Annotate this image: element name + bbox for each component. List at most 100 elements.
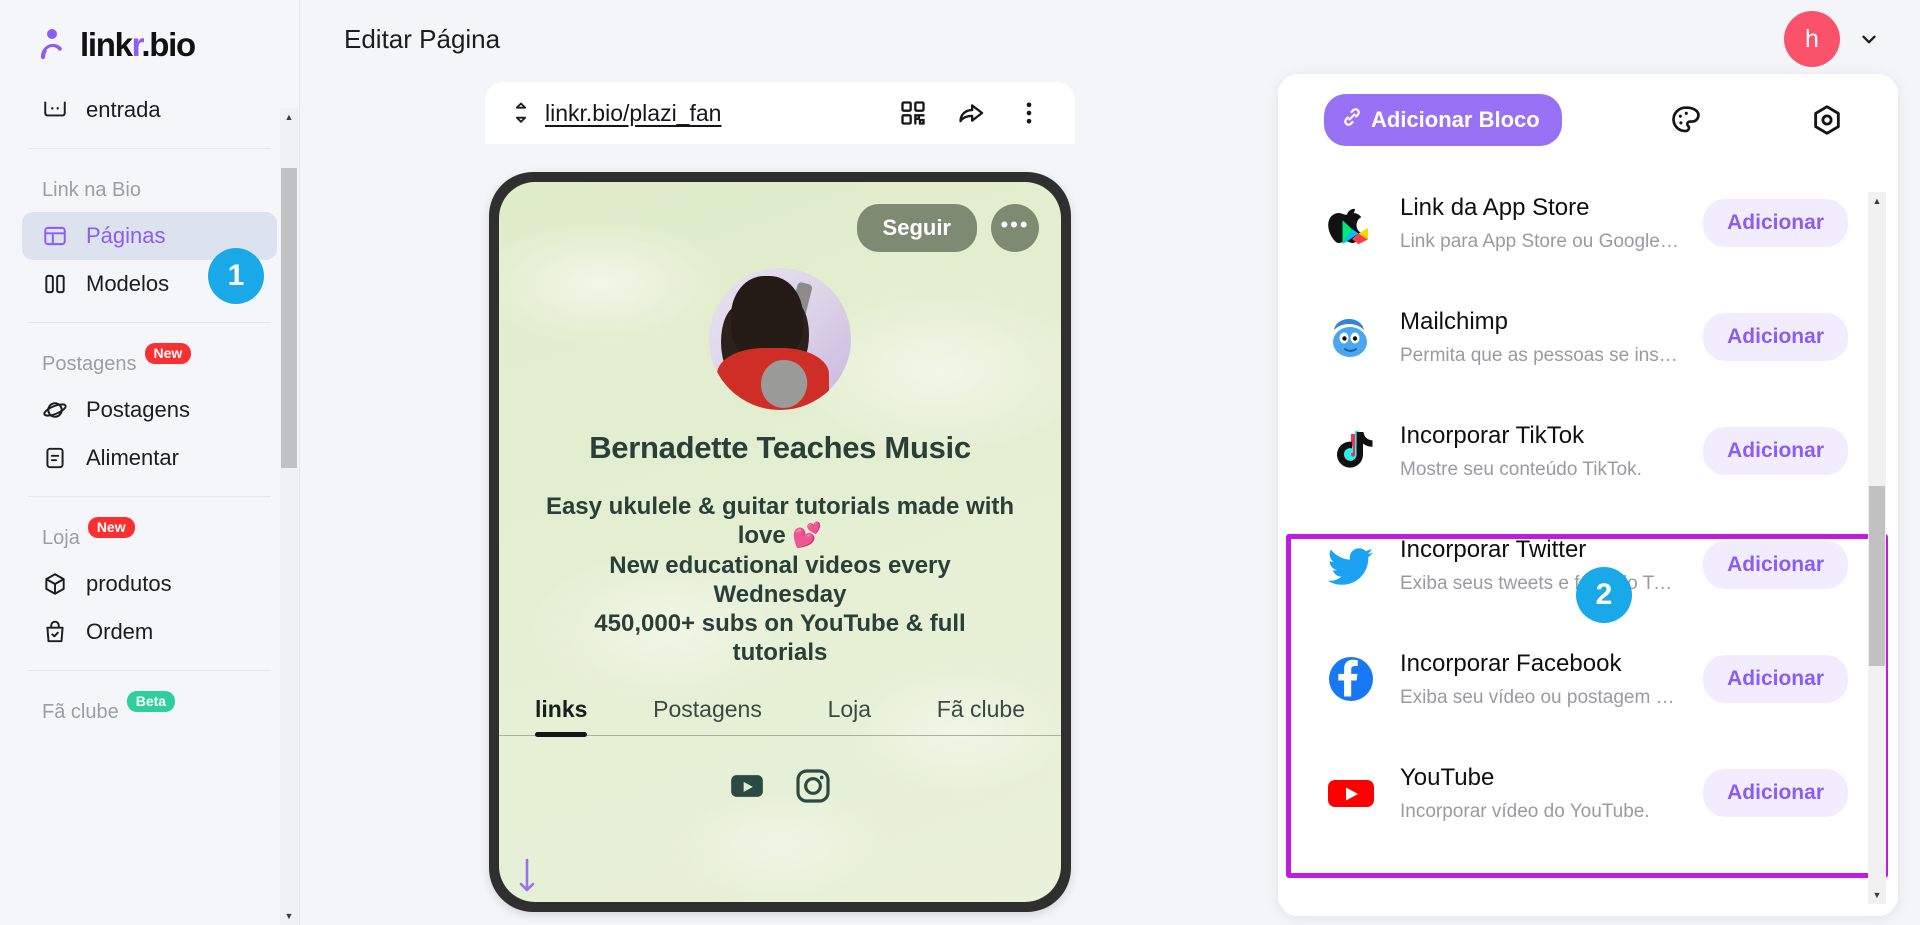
sidebar-item-ordem[interactable]: Ordem xyxy=(22,608,277,656)
link-chain-icon xyxy=(1340,105,1364,135)
sidebar-scroll-thumb[interactable] xyxy=(281,168,297,468)
sidebar-item-alimentar[interactable]: Alimentar xyxy=(22,434,277,482)
block-title: YouTube xyxy=(1400,763,1495,791)
bio-line: Easy ukulele & guitar tutorials made wit… xyxy=(545,493,1015,550)
add-block-label: Adicionar Bloco xyxy=(1371,107,1540,132)
add-button[interactable]: Adicionar xyxy=(1703,769,1848,817)
section-badge-beta: Beta xyxy=(126,691,176,712)
preview-column: linkr.bio/plazi_fan Seguir ••• Bernadett… xyxy=(300,78,1260,912)
layout-icon xyxy=(42,223,68,249)
block-item-text: Incorporar Twitter Exiba seus tweets e f… xyxy=(1400,536,1681,595)
block-item-youtube[interactable]: YouTube Incorporar vídeo do YouTube. Adi… xyxy=(1278,736,1898,850)
profile-name: Bernadette Teaches Music xyxy=(589,430,971,465)
blocks-panel-scrollbar[interactable]: ▲ ▼ xyxy=(1868,192,1886,904)
settings-hexagon-icon[interactable] xyxy=(1810,103,1844,137)
sidebar-item-label: Ordem xyxy=(86,619,154,644)
preview-tab-fa-clube[interactable]: Fã clube xyxy=(937,696,1025,735)
url-bar: linkr.bio/plazi_fan xyxy=(485,82,1075,144)
add-button[interactable]: Adicionar xyxy=(1703,313,1848,361)
facebook-icon xyxy=(1324,652,1378,706)
block-title: Incorporar Facebook xyxy=(1400,649,1622,677)
add-button[interactable]: Adicionar xyxy=(1703,655,1848,703)
sidebar-item-label: Alimentar xyxy=(86,445,179,470)
topbar-actions: h xyxy=(1784,11,1880,67)
share-icon[interactable] xyxy=(957,99,985,127)
block-item-facebook[interactable]: Incorporar Facebook Exiba seu vídeo ou p… xyxy=(1278,622,1898,736)
sidebar-item-label: Postagens xyxy=(86,397,190,422)
preview-tab-postagens[interactable]: Postagens xyxy=(653,696,762,735)
sidebar-item-label: entrada xyxy=(86,97,161,122)
blocks-panel: Adicionar Bloco Link da App Store Link p… xyxy=(1278,74,1898,916)
add-button[interactable]: Adicionar xyxy=(1703,199,1848,247)
sidebar-scrollbar[interactable]: ▲ ▼ xyxy=(280,108,298,925)
scroll-down-arrow-icon[interactable]: ▼ xyxy=(1868,886,1886,904)
instagram-icon[interactable] xyxy=(793,766,833,811)
chevron-down-icon[interactable] xyxy=(1858,28,1880,50)
phone-preview: Seguir ••• Bernadette Teaches Music Easy… xyxy=(489,172,1071,912)
sidebar-item-label: Páginas xyxy=(86,223,166,248)
profile-bio: Easy ukulele & guitar tutorials made wit… xyxy=(545,492,1015,668)
sidebar-section-link-na-bio: Link na Bio xyxy=(0,163,299,212)
sidebar-section-label: Loja xyxy=(42,527,80,549)
sidebar-item-produtos[interactable]: produtos xyxy=(22,560,277,608)
bio-line: 450,000+ subs on YouTube & full tutorial… xyxy=(594,610,966,667)
twitter-icon xyxy=(1324,538,1378,592)
columns-icon xyxy=(42,271,68,297)
sidebar-section-fa-clube: Fã clube Beta xyxy=(0,685,299,734)
preview-more-button[interactable]: ••• xyxy=(991,204,1039,252)
add-block-button[interactable]: Adicionar Bloco xyxy=(1324,94,1562,146)
page-url-link[interactable]: linkr.bio/plazi_fan xyxy=(545,100,721,127)
block-title: Incorporar TikTok xyxy=(1400,421,1585,449)
mailchimp-icon xyxy=(1324,310,1378,364)
avatar-initial: h xyxy=(1805,24,1819,53)
sidebar-item-entrada[interactable]: entrada xyxy=(22,86,277,134)
scroll-down-arrow-icon[interactable]: ▼ xyxy=(280,907,298,925)
step-badge-2: 2 xyxy=(1576,567,1632,623)
profile-avatar xyxy=(709,268,851,410)
linkr-logo-icon xyxy=(38,26,74,62)
block-title: Mailchimp xyxy=(1400,307,1509,335)
block-item-tiktok[interactable]: Incorporar TikTok Mostre seu conteúdo Ti… xyxy=(1278,394,1898,508)
blocks-scroll-thumb[interactable] xyxy=(1869,486,1885,666)
block-subtitle: Exiba seu vídeo ou postagem no... xyxy=(1400,686,1682,708)
block-item-text: Mailchimp Permita que as pessoas se insc… xyxy=(1400,308,1681,367)
youtube-icon xyxy=(1324,766,1378,820)
add-button[interactable]: Adicionar xyxy=(1703,541,1848,589)
bag-check-icon xyxy=(42,619,68,645)
box-icon xyxy=(42,571,68,597)
qr-code-icon[interactable] xyxy=(899,99,927,127)
block-item-appstore[interactable]: Link da App Store Link para App Store ou… xyxy=(1278,166,1898,280)
blocks-panel-header: Adicionar Bloco xyxy=(1278,74,1898,166)
sidebar-divider-4 xyxy=(28,670,271,671)
appstore-playstore-icon xyxy=(1324,196,1378,250)
sidebar-item-label: produtos xyxy=(86,571,172,596)
block-subtitle: Permita que as pessoas se inscr... xyxy=(1400,344,1682,366)
add-button[interactable]: Adicionar xyxy=(1703,427,1848,475)
sidebar-item-label: Modelos xyxy=(86,271,170,296)
more-vertical-icon[interactable] xyxy=(1015,99,1043,127)
youtube-icon[interactable] xyxy=(727,766,767,811)
sidebar-divider-1 xyxy=(28,148,271,149)
feed-icon xyxy=(42,445,68,471)
follow-button[interactable]: Seguir xyxy=(856,204,977,252)
sidebar-divider-3 xyxy=(28,496,271,497)
sidebar-section-label: Link na Bio xyxy=(42,179,141,201)
preview-tabs: links Postagens Loja Fã clube xyxy=(499,696,1061,737)
sidebar-section-label: Postagens xyxy=(42,353,137,375)
sort-updown-icon[interactable] xyxy=(511,101,531,125)
preview-tab-loja[interactable]: Loja xyxy=(828,696,871,735)
sidebar-item-postagens[interactable]: Postagens xyxy=(22,386,277,434)
scroll-up-arrow-icon[interactable]: ▲ xyxy=(1868,192,1886,210)
avatar[interactable]: h xyxy=(1784,11,1840,67)
sidebar-section-label: Fã clube xyxy=(42,701,119,723)
block-item-mailchimp[interactable]: Mailchimp Permita que as pessoas se insc… xyxy=(1278,280,1898,394)
palette-icon[interactable] xyxy=(1669,103,1703,137)
brand-logo[interactable]: linkr.bio xyxy=(0,0,299,62)
tiktok-icon xyxy=(1324,424,1378,478)
block-item-text: Link da App Store Link para App Store ou… xyxy=(1400,194,1681,253)
inbox-icon xyxy=(42,97,68,123)
preview-tab-links[interactable]: links xyxy=(535,696,588,737)
scroll-up-arrow-icon[interactable]: ▲ xyxy=(280,108,298,126)
sidebar-divider-2 xyxy=(28,322,271,323)
bio-line: New educational videos every Wednesday xyxy=(609,551,951,608)
